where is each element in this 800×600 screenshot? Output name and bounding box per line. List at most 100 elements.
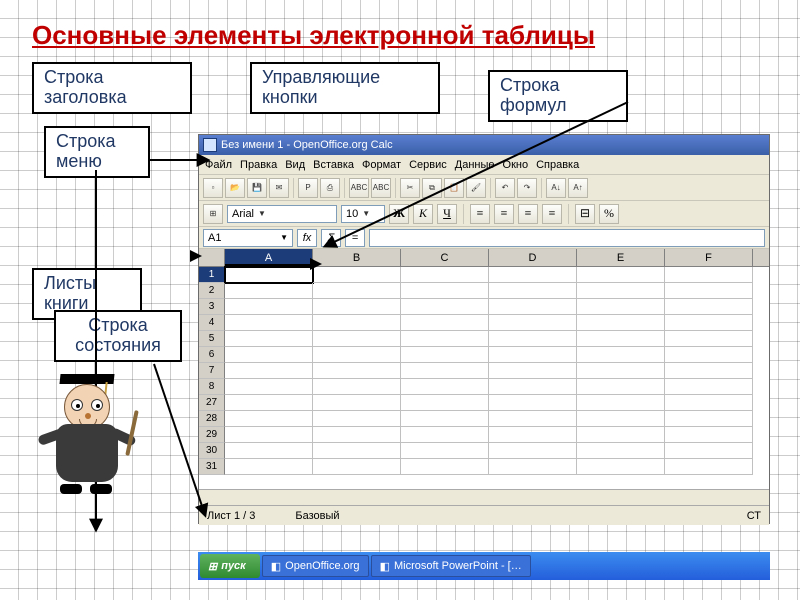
scrollbar-horizontal[interactable] [199, 489, 769, 505]
save-button[interactable]: 💾 [247, 178, 267, 198]
menu-format[interactable]: Формат [362, 159, 401, 171]
paintbrush-button[interactable]: 🖌 [466, 178, 486, 198]
col-header-d[interactable]: D [489, 249, 577, 266]
fx-button[interactable]: fx [297, 229, 317, 247]
professor-clipart [34, 374, 134, 494]
menu-window[interactable]: Окно [503, 159, 529, 171]
start-button[interactable]: ⊞ пуск [200, 554, 260, 578]
export-pdf-button[interactable]: P [298, 178, 318, 198]
italic-button[interactable]: К [413, 204, 433, 224]
label-control-buttons: Управляющие кнопки [250, 62, 440, 114]
col-header-e[interactable]: E [577, 249, 665, 266]
app-icon [203, 138, 217, 152]
select-all-corner[interactable] [199, 249, 225, 266]
formula-bar: A1 ▼ fx Σ = [199, 227, 769, 249]
menu-data[interactable]: Данные [455, 159, 495, 171]
menubar[interactable]: Файл Правка Вид Вставка Формат Сервис Да… [199, 155, 769, 175]
row-header[interactable]: 2 [199, 283, 225, 299]
menu-view[interactable]: Вид [285, 159, 305, 171]
task-openoffice[interactable]: ◧ OpenOffice.org [262, 555, 369, 577]
spellcheck-button[interactable]: ABC [349, 178, 369, 198]
row-header[interactable]: 30 [199, 443, 225, 459]
equals-button[interactable]: = [345, 229, 365, 247]
rows-top: 1 2 3 4 5 6 7 8 [199, 267, 769, 395]
task-label: OpenOffice.org [285, 560, 359, 572]
name-box[interactable]: A1 ▼ [203, 229, 293, 247]
label-title-row: Строка заголовка [32, 62, 192, 114]
chevron-down-icon: ▼ [258, 209, 266, 218]
align-left-button[interactable]: ≡ [470, 204, 490, 224]
col-header-c[interactable]: C [401, 249, 489, 266]
new-button[interactable]: ▫ [203, 178, 223, 198]
currency-button[interactable]: % [599, 204, 619, 224]
row-header[interactable]: 29 [199, 427, 225, 443]
align-center-button[interactable]: ≡ [494, 204, 514, 224]
print-button[interactable]: ⎙ [320, 178, 340, 198]
menu-insert[interactable]: Вставка [313, 159, 354, 171]
menu-file[interactable]: Файл [205, 159, 232, 171]
task-label: Microsoft PowerPoint - [… [394, 560, 522, 572]
row-header[interactable]: 31 [199, 459, 225, 475]
status-bar: Лист 1 / 3 Базовый СТ [199, 505, 769, 525]
cell-a1[interactable] [225, 267, 313, 283]
chevron-down-icon: ▼ [362, 209, 370, 218]
font-combo[interactable]: Arial ▼ [227, 205, 337, 223]
spreadsheet-app: Без имени 1 - OpenOffice.org Calc Файл П… [198, 134, 770, 524]
row-header[interactable]: 27 [199, 395, 225, 411]
open-button[interactable]: 📂 [225, 178, 245, 198]
paste-button[interactable]: 📋 [444, 178, 464, 198]
row-header[interactable]: 7 [199, 363, 225, 379]
row-header[interactable]: 8 [199, 379, 225, 395]
task-powerpoint[interactable]: ◧ Microsoft PowerPoint - [… [371, 555, 531, 577]
align-justify-button[interactable]: ≡ [542, 204, 562, 224]
font-size-combo[interactable]: 10 ▼ [341, 205, 385, 223]
autospell-button[interactable]: ABC [371, 178, 391, 198]
bold-button[interactable]: Ж [389, 204, 409, 224]
col-header-a[interactable]: A [225, 249, 313, 266]
merge-button[interactable]: ⊟ [575, 204, 595, 224]
status-sheet: Лист 1 / 3 [207, 510, 255, 522]
label-formula-row: Строка формул [488, 70, 628, 122]
col-header-f[interactable]: F [665, 249, 753, 266]
start-label: пуск [221, 560, 246, 572]
chevron-down-icon: ▼ [280, 233, 288, 242]
formula-input[interactable] [369, 229, 765, 247]
label-status-row: Строка состояния [54, 310, 182, 362]
menu-help[interactable]: Справка [536, 159, 579, 171]
copy-button[interactable]: ⧉ [422, 178, 442, 198]
row-header[interactable]: 28 [199, 411, 225, 427]
cut-button[interactable]: ✂ [400, 178, 420, 198]
col-header-b[interactable]: B [313, 249, 401, 266]
row-header[interactable]: 4 [199, 315, 225, 331]
name-box-value: A1 [208, 232, 221, 244]
menu-edit[interactable]: Правка [240, 159, 277, 171]
windows-taskbar: ⊞ пуск ◧ OpenOffice.org ◧ Microsoft Powe… [198, 552, 770, 580]
format-toolbar: ⊞ Arial ▼ 10 ▼ Ж К Ч ≡ ≡ ≡ ≡ ⊟ % [199, 201, 769, 227]
row-header[interactable]: 5 [199, 331, 225, 347]
font-size: 10 [346, 208, 358, 220]
sort-asc-button[interactable]: A↓ [546, 178, 566, 198]
mail-button[interactable]: ✉ [269, 178, 289, 198]
redo-button[interactable]: ↷ [517, 178, 537, 198]
font-name: Arial [232, 208, 254, 220]
rows-bottom: 27 28 29 30 31 [199, 395, 769, 475]
undo-button[interactable]: ↶ [495, 178, 515, 198]
sort-desc-button[interactable]: A↑ [568, 178, 588, 198]
row-header[interactable]: 1 [199, 267, 225, 283]
status-right: СТ [747, 510, 761, 522]
label-menu-row: Строка меню [44, 126, 150, 178]
align-right-button[interactable]: ≡ [518, 204, 538, 224]
task-icon: ◧ [380, 560, 390, 573]
standard-toolbar: ▫ 📂 💾 ✉ P ⎙ ABC ABC ✂ ⧉ 📋 🖌 ↶ ↷ A↓ A↑ [199, 175, 769, 201]
row-header[interactable]: 3 [199, 299, 225, 315]
row-header[interactable]: 6 [199, 347, 225, 363]
start-icon: ⊞ [208, 560, 217, 573]
status-style: Базовый [295, 510, 339, 522]
styles-button[interactable]: ⊞ [203, 204, 223, 224]
sheet-grid[interactable]: A B C D E F 1 2 3 4 5 6 7 8 27 28 29 [199, 249, 769, 505]
menu-tools[interactable]: Сервис [409, 159, 447, 171]
slide-title: Основные элементы электронной таблицы [32, 20, 595, 51]
app-title: Без имени 1 - OpenOffice.org Calc [221, 139, 393, 151]
sum-button[interactable]: Σ [321, 229, 341, 247]
underline-button[interactable]: Ч [437, 204, 457, 224]
